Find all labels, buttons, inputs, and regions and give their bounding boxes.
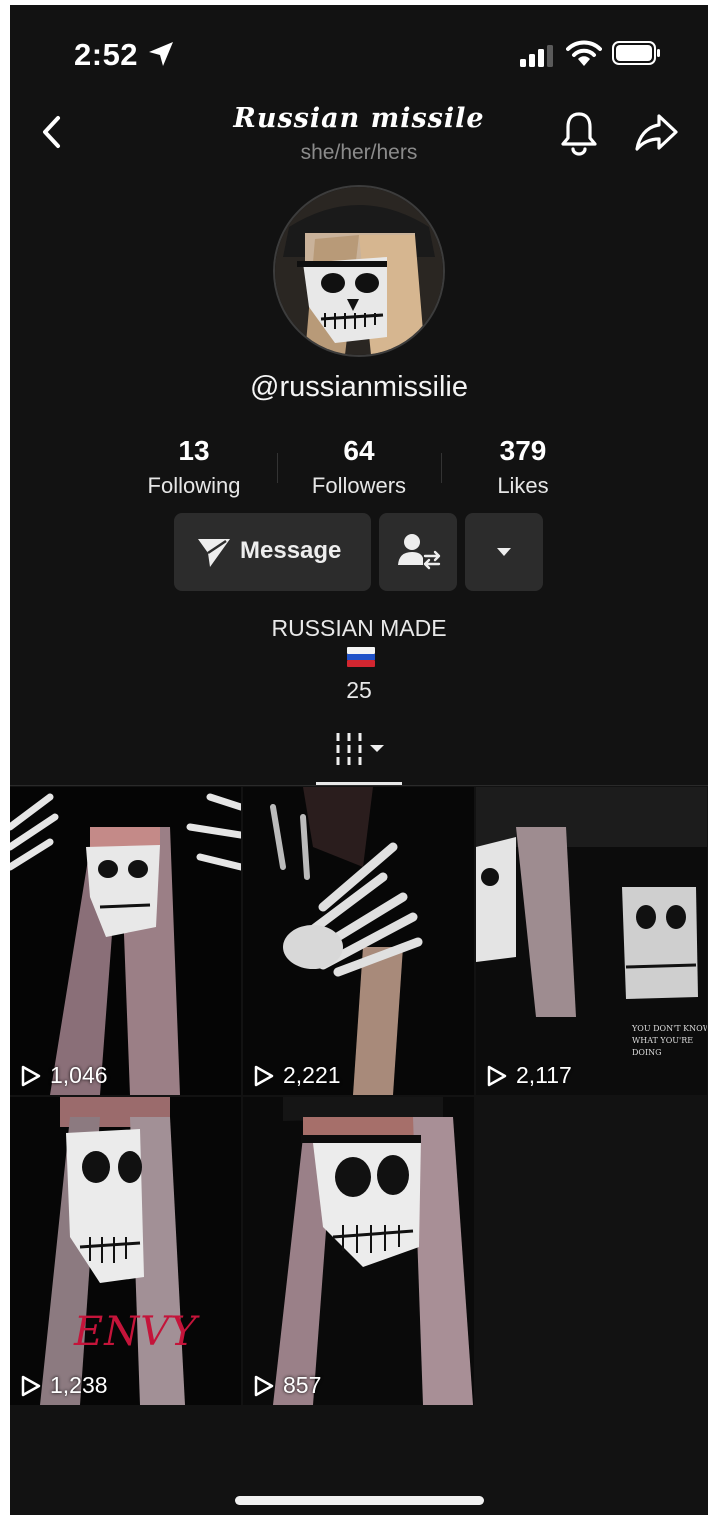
share-arrow-icon[interactable]	[632, 111, 680, 153]
view-count-value: 857	[283, 1372, 322, 1398]
play-icon	[254, 1065, 274, 1086]
message-button-label: Message	[240, 537, 342, 564]
video-thumbnail-4[interactable]: ENVY 1,238	[10, 1097, 241, 1405]
bio-line-1: RUSSIAN MADE	[271, 615, 447, 641]
video-thumbnail-image	[243, 787, 474, 1095]
play-icon	[21, 1065, 41, 1086]
video-thumbnail-3[interactable]: YOU DON'T KNOW WHAT YOU'RE DOING 2,117	[476, 787, 707, 1095]
pronouns-label: she/her/hers	[300, 141, 418, 164]
following-label: Following	[147, 473, 241, 498]
profile-screen: 2:52 Russian missile she/her/hers @russi…	[10, 5, 708, 1515]
view-count: 1,238	[20, 1372, 108, 1399]
followers-count: 64	[343, 435, 375, 466]
stat-followers[interactable]: 64 Followers	[289, 435, 429, 499]
followers-label: Followers	[311, 473, 407, 498]
paper-plane-icon	[198, 539, 230, 567]
view-count: 1,046	[20, 1062, 108, 1089]
back-chevron-icon[interactable]	[36, 113, 66, 151]
video-thumbnail-image	[10, 787, 241, 1095]
view-count-value: 2,117	[516, 1062, 572, 1088]
more-options-button[interactable]	[465, 513, 543, 591]
profile-display-name: Russian missile	[233, 103, 485, 134]
bio-line-2: 25	[346, 677, 372, 703]
stat-divider	[277, 453, 278, 483]
user-swap-icon	[398, 534, 441, 570]
play-icon	[487, 1065, 507, 1086]
view-count-value: 1,238	[50, 1372, 108, 1398]
video-thumbnail-image	[10, 1097, 241, 1405]
friend-status-button[interactable]	[379, 513, 457, 591]
video-thumbnail-1[interactable]: 1,046	[10, 787, 241, 1095]
status-time: 2:52	[74, 37, 139, 72]
caret-down-icon	[497, 548, 511, 556]
location-arrow-icon	[149, 42, 173, 66]
home-indicator[interactable]	[235, 1496, 484, 1505]
video-thumbnail-2[interactable]: 2,221	[243, 787, 474, 1095]
message-button[interactable]: Message	[174, 513, 371, 591]
likes-count: 379	[499, 435, 547, 466]
profile-avatar[interactable]	[273, 185, 445, 357]
likes-label: Likes	[497, 473, 549, 498]
play-icon	[21, 1375, 41, 1396]
video-thumbnail-5[interactable]: 857	[243, 1097, 474, 1405]
bell-icon[interactable]	[558, 109, 600, 157]
view-count: 2,117	[486, 1062, 572, 1089]
view-count-value: 1,046	[50, 1062, 108, 1088]
video-caption-overlay: ENVY	[74, 1309, 198, 1355]
username-label: @russianmissilie	[250, 371, 468, 403]
videos-grid-tab-icon[interactable]	[332, 731, 392, 767]
video-thumbnail-image	[243, 1097, 474, 1405]
cellular-signal-icon	[520, 45, 553, 67]
wifi-icon	[566, 40, 602, 66]
russian-flag-icon	[347, 647, 375, 667]
battery-icon	[612, 41, 660, 65]
stat-divider	[441, 453, 442, 483]
view-count: 2,221	[253, 1062, 341, 1089]
play-icon	[254, 1375, 274, 1396]
view-count-value: 2,221	[283, 1062, 341, 1088]
following-count: 13	[178, 435, 210, 466]
stat-following[interactable]: 13 Following	[124, 435, 264, 499]
avatar-image	[275, 187, 443, 355]
view-count: 857	[253, 1372, 321, 1399]
stat-likes: 379 Likes	[453, 435, 593, 499]
video-caption-overlay: YOU DON'T KNOW WHAT YOU'RE DOING	[632, 1024, 707, 1057]
tab-divider	[10, 785, 708, 786]
